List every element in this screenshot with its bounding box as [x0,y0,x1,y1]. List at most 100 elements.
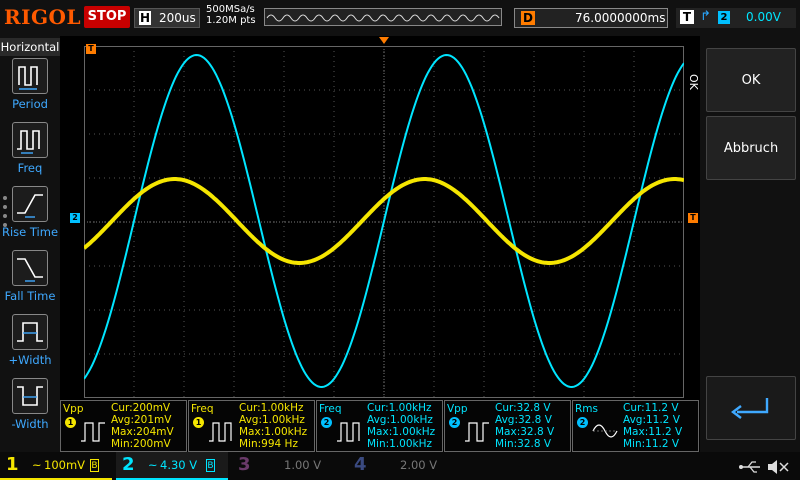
measurement-current: Cur:32.8 V [495,402,551,414]
channel-4-number: 4 [354,454,367,475]
measurement-current: Cur:200mV [111,402,171,414]
rising-edge-icon: ↱ [700,9,711,24]
frequency-icon [209,422,232,442]
measurement-vpp-ch1[interactable]: Vpp 1 Cur:200mV Avg:201mV Max:204mV Min:… [60,400,187,452]
channel-bar: 1 ~ 100mV B 2 ~ 4.30 V B 3 1.00 V 4 2.00… [0,452,800,480]
menu-collapse-label: OK [687,74,700,90]
measurement-average: Avg:32.8 V [495,414,552,426]
channel-badge: 2 [321,417,332,428]
measurement-max: Max:204mV [111,426,174,438]
measurement-average: Avg:11.2 V [623,414,680,426]
measurement-current: Cur:1.00kHz [239,402,304,414]
run-stop-button[interactable]: STOP [84,6,130,28]
memory-position-bar[interactable] [264,8,502,26]
measurement-min: Min:200mV [111,438,171,450]
waveform-display[interactable] [84,46,684,398]
measurement-name: Vpp [63,403,84,415]
horizontal-letter: H [139,11,151,25]
sidebar-item-rise-time[interactable]: Rise Time [0,186,60,250]
return-button[interactable] [706,376,796,440]
trigger-time-marker[interactable] [379,37,389,44]
channel-badge: 2 [449,417,460,428]
measurement-max: Max:1.00kHz [367,426,436,438]
measurement-max: Max:32.8 V [495,426,555,438]
measurement-rms-ch2[interactable]: Rms 2 Cur:11.2 V Avg:11.2 V Max:11.2 V M… [572,400,699,452]
sidebar-title: Horizontal [0,38,60,56]
sidebar-item-positive-width[interactable]: +Width [0,314,60,378]
positive-width-icon [12,314,48,350]
channel-2-indicator[interactable]: 2 ~ 4.30 V B [116,452,228,480]
trigger-letter: T [680,10,694,24]
measurement-min: Min:994 Hz [239,438,298,450]
trigger-position-marker[interactable]: T [86,44,96,54]
timebase-value: 200us [159,11,196,25]
measurement-average: Avg:1.00kHz [239,414,305,426]
channel-1-number: 1 [6,454,19,475]
trigger-level-marker[interactable]: T [688,213,698,223]
channel-1-bandwidth-icon: B [90,459,99,472]
delay-indicator[interactable]: D 76.0000000ms [514,8,668,28]
channel-badge: 2 [577,417,588,428]
measurement-panel: Vpp 1 Cur:200mV Avg:201mV Max:204mV Min:… [60,400,700,452]
menu-collapse-tab[interactable]: OK [686,40,700,124]
timebase-indicator[interactable]: H 200us [134,8,200,28]
measurement-max: Max:11.2 V [623,426,683,438]
channel-4-scale: 2.00 V [400,458,438,472]
frequency-icon [337,422,360,442]
page-dots [3,196,9,236]
memory-depth: 1.20M pts [206,15,256,26]
memory-waveform-icon [266,14,500,22]
cancel-button[interactable]: Abbruch [706,116,796,180]
sidebar-item-freq[interactable]: Freq [0,122,60,186]
status-icons [739,460,789,474]
trigger-indicator[interactable]: T ↱ 2 0.00V [676,8,796,28]
measurement-freq-ch2[interactable]: Freq 2 Cur:1.00kHz Avg:1.00kHz Max:1.00k… [316,400,443,452]
acquisition-info: 500MSa/s 1.20M pts [206,4,256,26]
measurement-name: Vpp [447,403,468,415]
brand-logo: RIGOL [4,5,82,29]
channel-2-coupling: ~ [148,458,158,472]
fall-time-icon [12,250,48,286]
ok-button[interactable]: OK [706,48,796,112]
measurement-name: Freq [319,403,342,415]
sidebar-item-period[interactable]: Period [0,58,60,122]
measurement-current: Cur:11.2 V [623,402,679,414]
status-bar: RIGOL STOP H 200us 500MSa/s 1.20M pts D … [0,0,800,36]
period-icon [12,58,48,94]
measurement-min: Min:11.2 V [623,438,680,450]
channel-1-indicator[interactable]: 1 ~ 100mV B [0,452,112,480]
channel-2-bandwidth-icon: B [206,459,215,472]
vpp-icon [465,422,489,442]
speaker-muted-icon [768,460,789,474]
sidebar-label-negative-width: -Width [11,417,49,431]
measurement-average: Avg:201mV [111,414,172,426]
channel-2-number: 2 [122,454,135,475]
channel-4-indicator[interactable]: 4 2.00 V [348,452,460,480]
rms-icon [592,424,618,438]
channel-3-indicator[interactable]: 3 1.00 V [232,452,344,480]
negative-width-icon [12,378,48,414]
measurement-min: Min:1.00kHz [367,438,433,450]
sidebar-item-negative-width[interactable]: -Width [0,378,60,442]
sidebar-item-fall-time[interactable]: Fall Time [0,250,60,314]
trigger-level: 0.00V [746,10,781,24]
sidebar-label-fall-time: Fall Time [4,289,56,303]
measurement-name: Freq [191,403,214,415]
ch2-offset-marker[interactable]: 2 [70,213,80,223]
measurement-name: Rms [575,403,598,415]
channel-1-scale: 100mV [44,458,86,472]
sidebar-label-rise-time: Rise Time [1,225,59,239]
sidebar-label-period: Period [12,97,48,111]
sidebar-label-positive-width: +Width [8,353,52,367]
vpp-icon [81,422,105,442]
measurement-vpp-ch2[interactable]: Vpp 2 Cur:32.8 V Avg:32.8 V Max:32.8 V M… [444,400,571,452]
channel-3-scale: 1.00 V [284,458,322,472]
sample-rate: 500MSa/s [206,4,255,15]
channel-1-coupling: ~ [32,458,42,472]
return-arrow-icon [731,398,769,419]
measurement-average: Avg:1.00kHz [367,414,433,426]
waveform-graph [84,46,684,398]
channel-3-number: 3 [238,454,251,475]
measurement-freq-ch1[interactable]: Freq 1 Cur:1.00kHz Avg:1.00kHz Max:1.00k… [188,400,315,452]
trigger-source: 2 [718,11,730,24]
